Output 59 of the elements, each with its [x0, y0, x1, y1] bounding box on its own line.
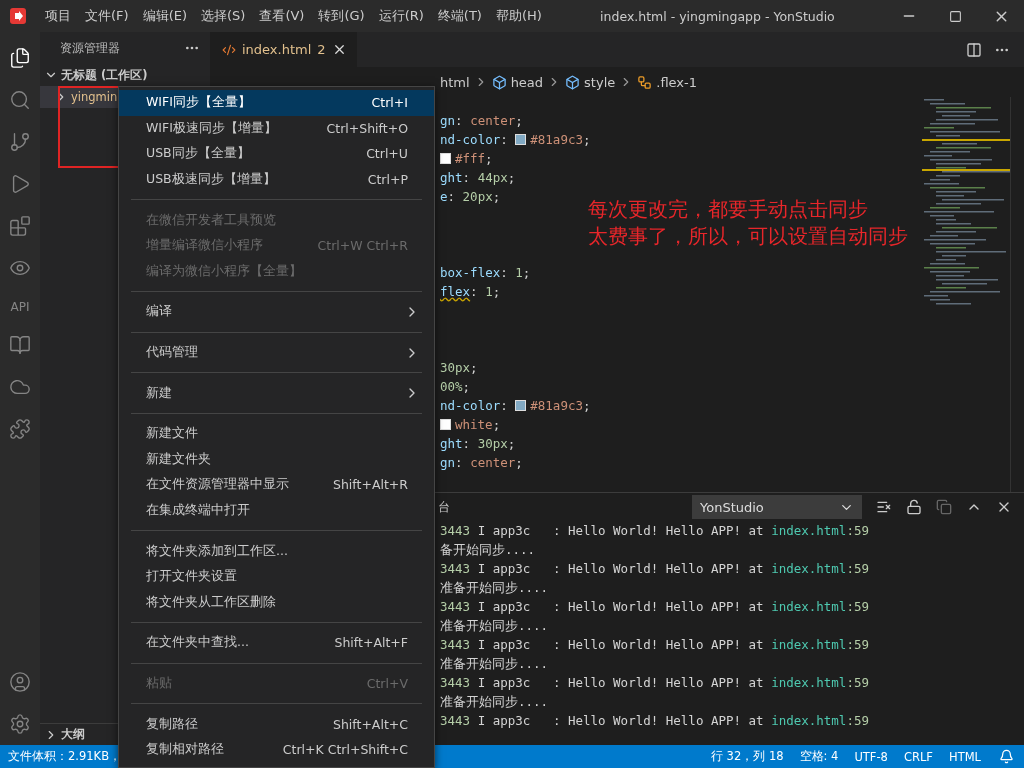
log-line: 3443 I app3c : Hello World! Hello APP! at index.html:59	[440, 674, 870, 692]
code-text: ;	[507, 169, 516, 187]
log-line: 准备开始同步....	[440, 617, 549, 635]
code-text: ;	[492, 188, 501, 206]
code-text: 00%	[440, 378, 463, 396]
code-text: ght	[440, 435, 463, 453]
code-text: ;	[492, 283, 501, 301]
code-text: :	[500, 397, 509, 415]
sidebar-title: 资源管理器	[60, 40, 120, 56]
code-text: ;	[485, 150, 493, 168]
code-text: center	[470, 112, 516, 130]
annotation-text: 太费事了，所以，可以设置自动同步	[588, 223, 908, 250]
log-line: 3443 I app3c : Hello World! Hello APP! at index.html:59	[440, 522, 870, 540]
code-text: nd-color	[440, 131, 501, 149]
log-line: 准备开始同步....	[440, 693, 549, 711]
log-line: 3443 I app3c : Hello World! Hello APP! at index.html:59	[440, 560, 870, 578]
code-text: 44px	[477, 169, 508, 187]
log-line: 备开始同步....	[440, 541, 536, 559]
code-text: 1	[515, 264, 523, 282]
code-text: 1	[485, 283, 493, 301]
log-line: 准备开始同步....	[440, 655, 549, 673]
code-text: #fff	[455, 150, 486, 168]
code-text: :	[455, 112, 464, 130]
code-text: flex	[440, 283, 471, 301]
log-line: 3443 I app3c : Hello World! Hello APP! at index.html:59	[440, 712, 870, 730]
code-text: :	[500, 131, 509, 149]
code-text: :	[455, 454, 464, 472]
code-text: :	[462, 169, 472, 187]
code-text: #81a9c3	[530, 131, 583, 149]
code-text: 30px	[440, 359, 471, 377]
code-text: :	[462, 435, 472, 453]
code-text: #81a9c3	[530, 397, 583, 415]
code-text: gn	[440, 454, 456, 472]
code-text: ;	[582, 397, 591, 415]
code-text: :	[470, 283, 479, 301]
code-text: 20px	[462, 188, 493, 206]
code-text: ;	[462, 378, 471, 396]
code-text: gn	[440, 112, 456, 130]
log-line: 3443 I app3c : Hello World! Hello APP! at index.html:59	[440, 636, 870, 654]
window-title: index.html - yingmingapp - YonStudio	[600, 8, 835, 24]
code-text: box-flex	[440, 264, 501, 282]
code-text: center	[470, 454, 516, 472]
code-text: ;	[515, 454, 523, 472]
code-text: :	[500, 264, 509, 282]
log-line: 3443 I app3c : Hello World! Hello APP! at index.html:59	[440, 598, 870, 616]
code-text: ;	[522, 264, 531, 282]
code-text: 30px	[477, 435, 508, 453]
code-text: ;	[492, 416, 501, 434]
code-text: e	[440, 188, 448, 206]
code-text: ght	[440, 169, 463, 187]
code-text: ;	[515, 112, 523, 130]
code-text: ;	[507, 435, 516, 453]
annotation-text: 每次更改完，都要手动点击同步	[588, 196, 869, 223]
code-text: nd-color	[440, 397, 501, 415]
code-text: white	[455, 416, 493, 434]
code-text: :	[447, 188, 457, 206]
code-text: ;	[470, 359, 478, 377]
code-text: ;	[582, 131, 591, 149]
log-line: 准备开始同步....	[440, 579, 549, 597]
